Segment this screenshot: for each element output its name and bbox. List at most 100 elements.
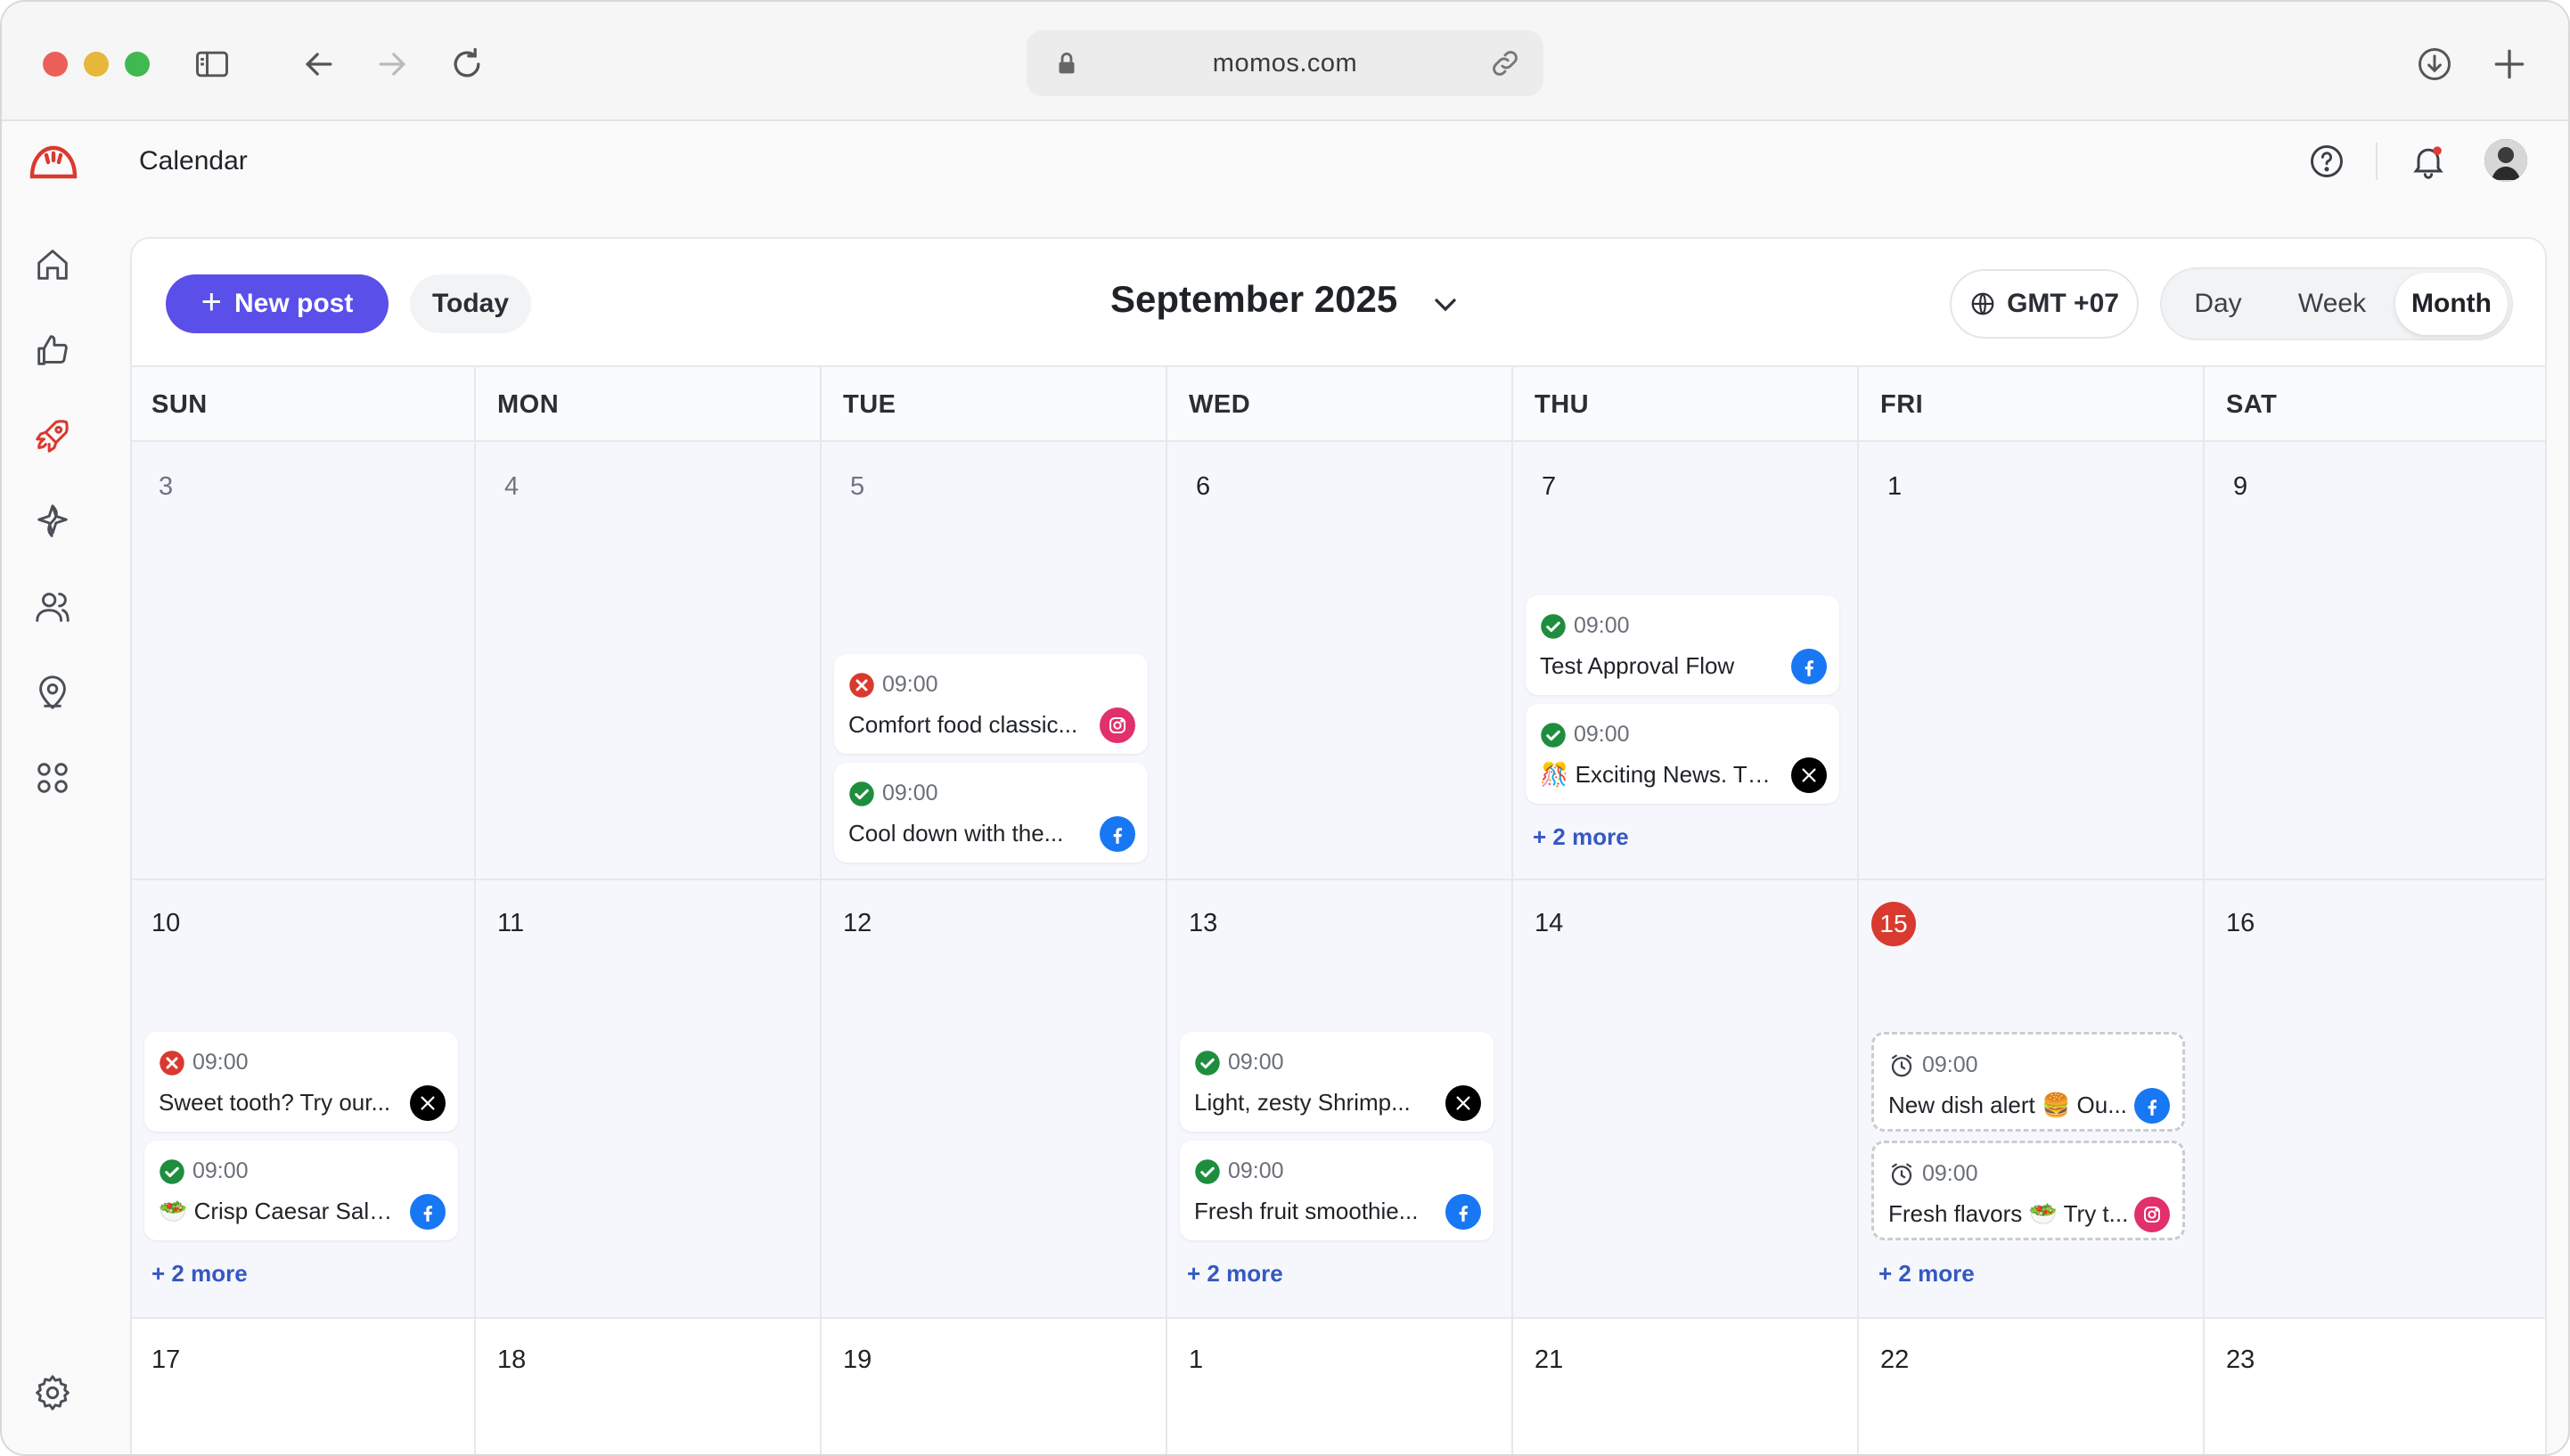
close-window-button[interactable] [43,52,68,77]
home-icon [37,249,68,280]
post-card[interactable]: 09:00 New dish alert 🍔 Ou... [1871,1032,2185,1132]
user-avatar[interactable] [2484,139,2527,182]
instagram-icon [1100,708,1135,743]
post-title: Comfort food classic... [848,711,1078,738]
calendar-toolbar: + New post Today September 2025 GMT +07 … [132,239,2545,367]
failed-status-icon [849,673,874,698]
notification-bell-icon[interactable] [2406,139,2451,184]
week-row-1 [132,442,2545,879]
post-card[interactable]: 09:00 Cool down with the... [834,763,1148,863]
view-week-button[interactable]: Week [2274,273,2390,335]
sidebar-item-ai[interactable] [29,497,77,545]
today-date-badge[interactable]: 15 [1871,902,1916,946]
day-number[interactable]: 5 [850,472,864,502]
more-posts-link[interactable]: + 2 more [1533,823,1629,851]
minimize-window-button[interactable] [84,52,109,77]
chevron-down-icon[interactable] [1428,287,1463,323]
day-number[interactable]: 7 [1542,472,1556,502]
momos-logo-icon[interactable] [29,141,78,184]
facebook-icon [2134,1088,2170,1124]
day-number[interactable]: 22 [1880,1346,1909,1375]
post-card[interactable]: 09:00 🎊 Exciting News. Thi... [1526,704,1839,804]
back-icon[interactable] [296,41,342,87]
day-number[interactable]: 14 [1535,909,1563,938]
view-day-button[interactable]: Day [2169,273,2267,335]
post-card[interactable]: 09:00 Comfort food classic... [834,654,1148,754]
weekday-label: TUE [843,390,896,419]
post-title: New dish alert 🍔 Ou... [1888,1092,2127,1118]
gear-icon [36,1375,70,1411]
day-number[interactable]: 19 [843,1346,872,1375]
download-icon[interactable] [2411,41,2458,87]
weekday-label: SAT [2226,390,2278,419]
post-title: Cool down with the... [848,820,1064,847]
forward-icon[interactable] [369,41,415,87]
sidebar-toggle-icon[interactable] [189,41,235,87]
post-time: 09:00 [192,1050,249,1075]
app-header [2,121,2568,235]
facebook-icon [1791,649,1827,684]
post-time: 09:00 [1922,1161,1978,1186]
weekday-label: SUN [151,390,208,419]
new-post-button[interactable]: + New post [166,274,389,333]
day-number[interactable]: 13 [1189,909,1217,938]
published-status-icon [1541,723,1566,748]
day-number[interactable]: 10 [151,909,180,938]
facebook-icon [1445,1194,1481,1230]
day-number[interactable]: 23 [2226,1346,2255,1375]
thumbs-up-icon [37,335,68,365]
post-card[interactable]: 09:00 Light, zesty Shrimp... [1180,1032,1494,1132]
post-card[interactable]: 09:00 Test Approval Flow [1526,595,1839,695]
day-number[interactable]: 17 [151,1346,180,1375]
sidebar-item-people[interactable] [29,583,77,631]
weekday-header: SUN MON TUE WED THU FRI SAT [132,367,2545,442]
maximize-window-button[interactable] [125,52,150,77]
sidebar-item-publish[interactable] [29,412,77,460]
day-number[interactable]: 4 [504,472,519,502]
more-posts-link[interactable]: + 2 more [1878,1260,1975,1288]
new-tab-icon[interactable] [2486,41,2533,87]
day-number[interactable]: 21 [1535,1346,1563,1375]
sidebar-item-locations[interactable] [29,668,77,716]
x-icon [410,1085,446,1121]
alarm-clock-icon [1891,1054,1912,1077]
more-posts-link[interactable]: + 2 more [151,1260,248,1288]
weekday-label: WED [1189,390,1251,419]
grid-line [1166,367,1167,1454]
grid-line [132,879,2545,880]
day-number[interactable]: 1 [1887,472,1902,502]
day-number[interactable]: 6 [1196,472,1210,502]
day-number[interactable]: 9 [2233,472,2247,502]
weekday-label: MON [497,390,560,419]
day-number[interactable]: 16 [2226,909,2255,938]
post-time: 09:00 [1574,613,1630,638]
calendar-panel: + New post Today September 2025 GMT +07 … [130,237,2547,1454]
link-icon[interactable] [1488,46,1522,80]
post-card[interactable]: 09:00 Fresh fruit smoothie... [1180,1141,1494,1240]
day-number[interactable]: 3 [159,472,173,502]
timezone-button[interactable]: GMT +07 [1950,269,2139,339]
post-title: Fresh flavors 🥗 Try t... [1888,1200,2129,1227]
published-status-icon [1195,1051,1220,1076]
post-card[interactable]: 09:00 Sweet tooth? Try our... [144,1032,458,1132]
day-number[interactable]: 1 [1189,1346,1203,1375]
day-number[interactable]: 18 [497,1346,526,1375]
post-card[interactable]: 09:00 Fresh flavors 🥗 Try t... [1871,1141,2185,1240]
more-posts-link[interactable]: + 2 more [1187,1260,1283,1288]
globe-icon [1971,292,1994,315]
sidebar-item-settings[interactable] [29,1369,77,1417]
sidebar-item-home[interactable] [29,241,77,289]
address-bar[interactable]: momos.com [1027,30,1543,96]
x-icon [1791,757,1827,793]
sidebar-item-apps[interactable] [29,754,77,802]
day-number[interactable]: 12 [843,909,872,938]
reload-icon[interactable] [444,41,490,87]
today-button[interactable]: Today [410,274,531,333]
month-title[interactable]: September 2025 [1110,278,1397,321]
sidebar-item-reviews[interactable] [29,326,77,374]
post-title: 🥗 Crisp Caesar Sala... [159,1198,401,1224]
help-icon[interactable] [2304,139,2349,184]
view-month-button[interactable]: Month [2395,273,2508,335]
day-number[interactable]: 11 [497,909,524,938]
post-card[interactable]: 09:00 🥗 Crisp Caesar Sala... [144,1141,458,1240]
